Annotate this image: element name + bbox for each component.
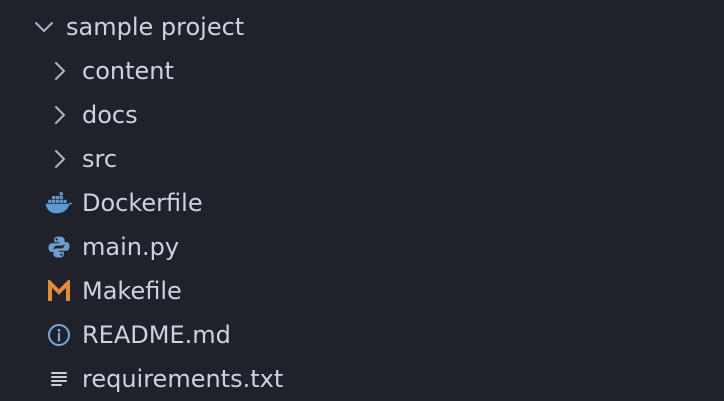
chevron-right-icon[interactable]	[45, 57, 73, 85]
tree-item-label: Makefile	[82, 277, 182, 305]
tree-item-label: README.md	[82, 321, 231, 349]
chevron-right-icon[interactable]	[45, 145, 73, 173]
file-explorer-tree: sample project content docs src Dockerfi…	[0, 0, 724, 400]
tree-item-label: src	[82, 145, 118, 173]
tree-item-makefile[interactable]: Makefile	[0, 269, 724, 313]
tree-item-main-py[interactable]: main.py	[0, 225, 724, 269]
tree-item-label: requirements.txt	[82, 365, 284, 393]
docker-icon	[45, 189, 73, 217]
tree-item-label: docs	[82, 101, 138, 129]
chevron-right-icon[interactable]	[45, 101, 73, 129]
tree-item-docs[interactable]: docs	[0, 93, 724, 137]
tree-item-label: content	[82, 57, 174, 85]
tree-root-sample-project[interactable]: sample project	[0, 5, 724, 49]
chevron-down-icon[interactable]	[30, 13, 58, 41]
info-icon	[45, 321, 73, 349]
tree-root-label: sample project	[66, 13, 245, 41]
tree-item-content[interactable]: content	[0, 49, 724, 93]
tree-item-requirements-txt[interactable]: requirements.txt	[0, 357, 724, 401]
makefile-icon	[45, 277, 73, 305]
tree-item-label: Dockerfile	[82, 189, 203, 217]
python-icon	[45, 233, 73, 261]
tree-item-dockerfile[interactable]: Dockerfile	[0, 181, 724, 225]
tree-item-src[interactable]: src	[0, 137, 724, 181]
text-file-icon	[45, 365, 73, 393]
tree-item-label: main.py	[82, 233, 180, 261]
tree-item-readme-md[interactable]: README.md	[0, 313, 724, 357]
